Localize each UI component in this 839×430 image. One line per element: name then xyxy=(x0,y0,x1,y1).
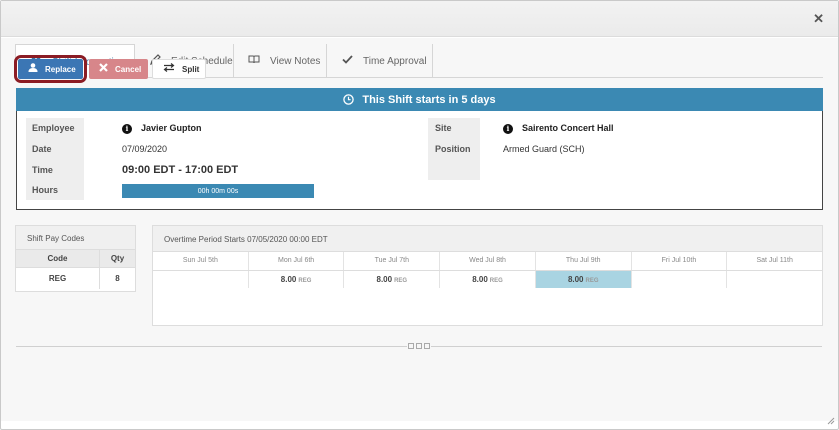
shift-start-banner: This Shift starts in 5 days xyxy=(16,88,823,111)
hours-value: 8.00 xyxy=(280,275,297,284)
site-label: Site xyxy=(435,123,452,133)
split-button[interactable]: Split xyxy=(152,59,206,79)
modal-header: ✕ xyxy=(1,1,838,37)
x-icon xyxy=(99,63,108,75)
tab-label: Time Approval xyxy=(363,55,427,67)
overtime-hours-row: 8.00 REG 8.00 REG 8.00 REG 8.00 REG xyxy=(153,271,822,288)
day-header: Fri Jul 10th xyxy=(632,252,728,270)
hours-label: Hours xyxy=(32,185,59,195)
tab-time-approval[interactable]: Time Approval xyxy=(327,44,433,78)
day-hours-cell xyxy=(632,271,728,288)
hours-value: 8.00 xyxy=(567,275,584,284)
book-icon xyxy=(246,55,262,67)
user-icon xyxy=(28,63,38,75)
day-hours-cell-current: 8.00 REG xyxy=(535,271,632,288)
pay-code-tag: REG xyxy=(298,278,312,284)
tab-label: View Notes xyxy=(270,55,321,67)
checkmark-icon xyxy=(339,55,355,67)
cancel-button[interactable]: Cancel xyxy=(89,59,148,79)
day-header: Mon Jul 6th xyxy=(249,252,345,270)
employee-value[interactable]: i Javier Gupton xyxy=(122,123,202,134)
qty-column-header: Qty xyxy=(110,254,125,263)
day-hours-cell xyxy=(153,271,249,288)
code-column-header: Code xyxy=(16,250,100,267)
info-icon: i xyxy=(503,124,513,134)
day-header: Wed Jul 8th xyxy=(440,252,536,270)
site-name: Sairento Concert Hall xyxy=(522,123,614,133)
site-value[interactable]: i Sairento Concert Hall xyxy=(503,123,614,134)
shift-pay-codes-panel: Shift Pay Codes Code Qty REG 8 xyxy=(15,225,136,292)
day-header: Sun Jul 5th xyxy=(153,252,249,270)
hours-progress-bar: 00h 00m 00s xyxy=(122,184,314,198)
overtime-days-row: Sun Jul 5th Mon Jul 6th Tue Jul 7th Wed … xyxy=(153,252,822,271)
cancel-label: Cancel xyxy=(115,64,142,74)
pay-codes-header: Code Qty xyxy=(16,250,135,268)
resize-handle-icon[interactable] xyxy=(825,415,835,425)
day-header: Thu Jul 9th xyxy=(536,252,632,270)
employee-label: Employee xyxy=(32,123,75,133)
qty-cell: 8 xyxy=(115,274,120,283)
tab-view-notes[interactable]: View Notes xyxy=(234,44,327,78)
day-hours-cell xyxy=(727,271,822,288)
split-label: Split xyxy=(182,64,200,74)
pay-codes-title: Shift Pay Codes xyxy=(16,226,135,250)
code-cell: REG xyxy=(16,268,100,289)
position-value: Armed Guard (SCH) xyxy=(503,144,585,154)
hours-value: 8.00 xyxy=(376,275,393,284)
expand-grip-icon[interactable] xyxy=(407,343,431,349)
clock-icon xyxy=(343,94,355,105)
replace-label: Replace xyxy=(45,64,76,74)
table-row: REG 8 xyxy=(16,268,135,289)
date-value: 07/09/2020 xyxy=(122,144,168,154)
swap-arrows-icon xyxy=(163,63,175,75)
pay-code-tag: REG xyxy=(489,278,503,284)
replace-button[interactable]: Replace xyxy=(18,59,83,79)
overtime-period-panel: Overtime Period Starts 07/05/2020 00:00 … xyxy=(152,225,823,326)
shift-info-panel: Employee Date Time Hours i Javier Gupton … xyxy=(16,111,823,210)
day-header: Sat Jul 11th xyxy=(756,257,793,264)
day-hours-cell: 8.00 REG xyxy=(440,271,536,288)
position-label: Position xyxy=(435,144,471,154)
hours-value: 00h 00m 00s xyxy=(197,187,239,195)
banner-text: This Shift starts in 5 days xyxy=(362,93,496,106)
employee-name: Javier Gupton xyxy=(141,123,202,133)
overtime-title: Overtime Period Starts 07/05/2020 00:00 … xyxy=(153,226,822,252)
day-hours-cell: 8.00 REG xyxy=(344,271,441,288)
shift-modal: ✕ Shift Information Edit Schedule View N… xyxy=(0,0,839,430)
day-header: Tue Jul 7th xyxy=(344,252,441,270)
time-value: 09:00 EDT - 17:00 EDT xyxy=(122,164,239,176)
day-hours-cell: 8.00 REG xyxy=(249,271,345,288)
pay-code-tag: REG xyxy=(585,278,599,284)
date-label: Date xyxy=(32,144,52,154)
close-icon[interactable]: ✕ xyxy=(813,12,824,25)
pay-code-tag: REG xyxy=(394,278,408,284)
info-icon: i xyxy=(122,124,132,134)
hours-value: 8.00 xyxy=(472,275,488,284)
time-label: Time xyxy=(32,165,53,175)
